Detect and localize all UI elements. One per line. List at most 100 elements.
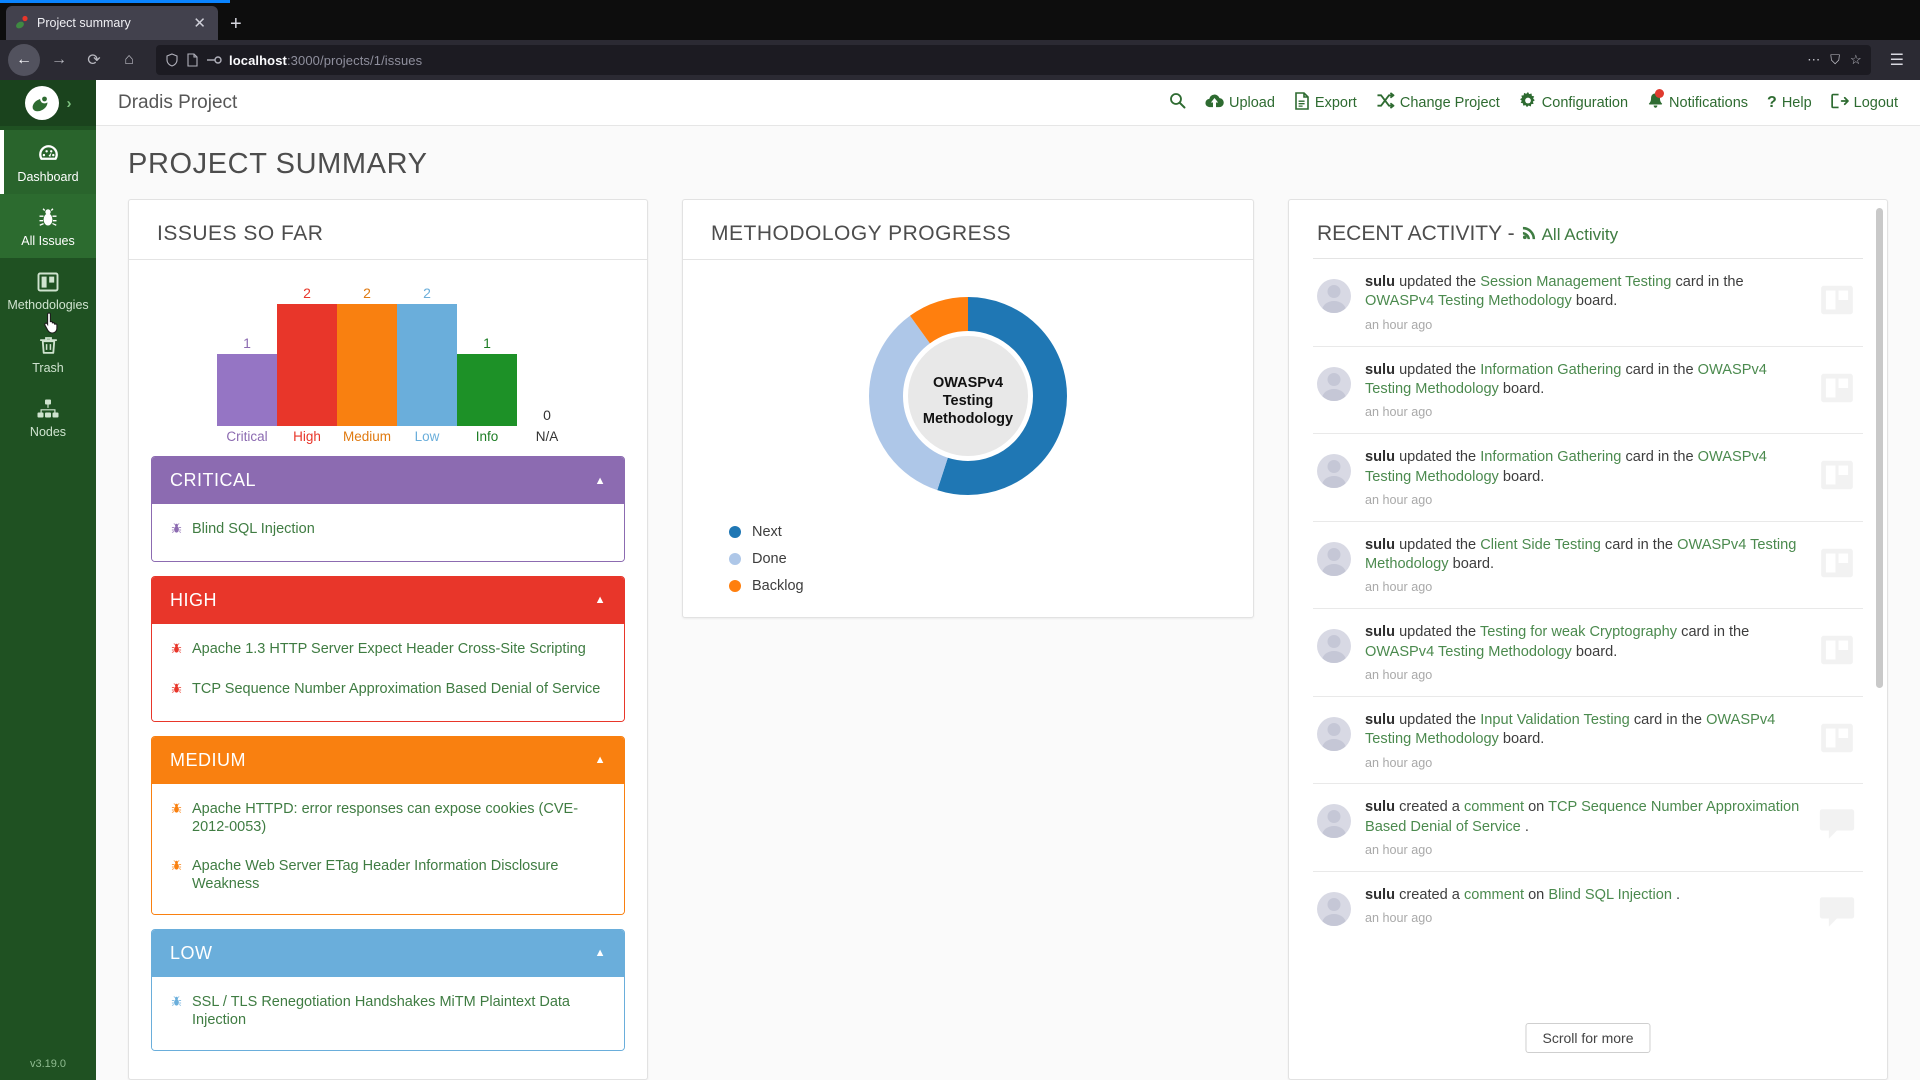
issue-item[interactable]: Apache Web Server ETag Header Informatio… bbox=[170, 847, 606, 904]
activity-item[interactable]: sulu created a comment on Blind SQL Inje… bbox=[1313, 870, 1863, 946]
bar-rect bbox=[217, 354, 277, 426]
bar-rect bbox=[277, 304, 337, 426]
logout-button[interactable]: Logout bbox=[1830, 93, 1898, 113]
help-button[interactable]: ? Help bbox=[1767, 94, 1812, 112]
activity-link-card[interactable]: Information Gathering bbox=[1480, 362, 1621, 378]
issue-item[interactable]: Apache HTTPD: error responses can expose… bbox=[170, 790, 606, 847]
bar-label: Low bbox=[414, 429, 440, 444]
legend-item-backlog[interactable]: Backlog bbox=[729, 578, 804, 594]
activity-link-card[interactable]: Client Side Testing bbox=[1480, 537, 1601, 553]
bar-label: Medium bbox=[342, 429, 391, 444]
accordion-label: CRITICAL bbox=[170, 470, 257, 490]
activity-link-card[interactable]: Session Management Testing bbox=[1480, 274, 1671, 290]
activity-mid: on bbox=[1528, 799, 1545, 816]
overflow-menu-icon[interactable]: ⋯ bbox=[1807, 52, 1820, 68]
activity-scrollbar[interactable] bbox=[1876, 208, 1883, 688]
activity-item[interactable]: sulu updated the Input Validation Testin… bbox=[1313, 695, 1863, 784]
activity-mid: on bbox=[1528, 886, 1545, 903]
avatar bbox=[1317, 454, 1351, 489]
sidebar-item-nodes[interactable]: Nodes bbox=[0, 385, 96, 449]
activity-link-card[interactable]: Input Validation Testing bbox=[1480, 712, 1630, 728]
activity-tail: board. bbox=[1502, 380, 1545, 397]
back-icon[interactable]: ← bbox=[8, 44, 40, 76]
activity-item[interactable]: sulu created a comment on TCP Sequence N… bbox=[1313, 783, 1863, 871]
configuration-button[interactable]: Configuration bbox=[1519, 91, 1628, 114]
dradis-logo-icon[interactable] bbox=[24, 86, 59, 120]
activity-link-comment[interactable]: comment bbox=[1464, 887, 1524, 903]
pocket-icon[interactable]: ⛉ bbox=[1830, 52, 1840, 68]
comment-icon bbox=[1817, 806, 1859, 846]
upload-cloud-icon bbox=[1205, 93, 1224, 113]
accordion-medium: MEDIUM ▲ Apache HTTPD: error responses c… bbox=[151, 735, 625, 915]
accordion-header-high[interactable]: HIGH ▲ bbox=[152, 576, 624, 624]
upload-button[interactable]: Upload bbox=[1205, 93, 1275, 113]
address-bar[interactable]: localhost:3000/projects/1/issues ⋯ ⛉ ☆ bbox=[156, 45, 1871, 75]
activity-item[interactable]: sulu updated the Client Side Testing car… bbox=[1313, 520, 1863, 609]
close-icon[interactable]: ✕ bbox=[189, 14, 210, 33]
rss-icon bbox=[1522, 225, 1537, 245]
all-activity-link[interactable]: All Activity bbox=[1522, 225, 1618, 245]
chevron-up-icon[interactable]: ▲ bbox=[595, 947, 606, 959]
chevron-up-icon[interactable]: ▲ bbox=[595, 754, 606, 766]
activity-item[interactable]: sulu updated the Testing for weak Crypto… bbox=[1313, 608, 1863, 696]
browser-tab[interactable]: Project summary ✕ bbox=[6, 6, 218, 40]
search-button[interactable] bbox=[1169, 92, 1186, 113]
issue-item[interactable]: SSL / TLS Renegotiation Handshakes MiTM … bbox=[170, 983, 606, 1040]
activity-item[interactable]: sulu updated the Session Management Test… bbox=[1313, 258, 1863, 346]
sidebar-logo-row: › bbox=[0, 80, 96, 126]
board-icon bbox=[1817, 719, 1859, 759]
sidebar-item-all-issues[interactable]: All Issues bbox=[0, 193, 96, 258]
forward-icon[interactable]: → bbox=[43, 44, 75, 76]
chevron-up-icon[interactable]: ▲ bbox=[595, 475, 606, 487]
sidebar-expand-icon[interactable]: › bbox=[67, 95, 72, 112]
bookmark-star-icon[interactable]: ☆ bbox=[1850, 52, 1862, 68]
legend-item-next[interactable]: Next bbox=[729, 524, 804, 540]
shield-icon bbox=[165, 53, 179, 67]
nav-label: Change Project bbox=[1399, 94, 1500, 111]
activity-user: sulu bbox=[1365, 886, 1395, 903]
accordion-header-critical[interactable]: CRITICAL ▲ bbox=[152, 457, 624, 504]
issue-item[interactable]: Apache 1.3 HTTP Server Expect Header Cro… bbox=[170, 630, 606, 671]
activity-link-board[interactable]: OWASPv4 Testing Methodology bbox=[1365, 293, 1572, 309]
page-document-icon bbox=[186, 53, 199, 67]
new-tab-button[interactable]: + bbox=[218, 12, 254, 36]
legend-item-done[interactable]: Done bbox=[729, 551, 804, 567]
accordion-header-low[interactable]: LOW ▲ bbox=[152, 929, 624, 977]
accordion-header-medium[interactable]: MEDIUM ▲ bbox=[152, 736, 624, 784]
activity-link-comment[interactable]: comment bbox=[1464, 799, 1524, 815]
accordion-high: HIGH ▲ Apache 1.3 HTTP Server Expect Hea… bbox=[151, 575, 625, 722]
reload-icon[interactable]: ⟳ bbox=[78, 44, 110, 76]
activity-text: sulu updated the Session Management Test… bbox=[1365, 273, 1803, 334]
activity-text: sulu updated the Testing for weak Crypto… bbox=[1365, 623, 1803, 684]
scroll-for-more-label: Scroll for more bbox=[1525, 1023, 1651, 1053]
change-project-button[interactable]: Change Project bbox=[1376, 92, 1500, 113]
issue-item[interactable]: TCP Sequence Number Approximation Based … bbox=[170, 670, 606, 711]
activity-item[interactable]: sulu updated the Information Gathering c… bbox=[1313, 345, 1863, 434]
issue-title: TCP Sequence Number Approximation Based … bbox=[192, 681, 601, 698]
activity-link-card[interactable]: Testing for weak Cryptography bbox=[1480, 624, 1677, 640]
activity-link-board[interactable]: OWASPv4 Testing Methodology bbox=[1365, 644, 1572, 660]
sidebar-item-label: Methodologies bbox=[7, 297, 89, 312]
sidebar-item-dashboard[interactable]: Dashboard bbox=[0, 130, 96, 194]
methodologies-icon bbox=[2, 269, 94, 295]
browser-menu-icon[interactable]: ☰ bbox=[1882, 50, 1912, 70]
shuffle-icon bbox=[1376, 92, 1395, 113]
chevron-up-icon[interactable]: ▲ bbox=[595, 594, 606, 606]
activity-link-issue[interactable]: Blind SQL Injection bbox=[1548, 887, 1672, 903]
notifications-button[interactable]: Notifications bbox=[1647, 88, 1748, 114]
nav-label: Logout bbox=[1853, 94, 1898, 111]
activity-link-card[interactable]: Information Gathering bbox=[1480, 449, 1621, 465]
issue-item[interactable]: Blind SQL Injection bbox=[170, 510, 606, 551]
activity-title-text: RECENT ACTIVITY - bbox=[1317, 222, 1515, 245]
activity-timestamp: an hour ago bbox=[1365, 911, 1433, 926]
activity-tail: board. bbox=[1452, 556, 1495, 573]
issues-bar-chart: 1 2 2 2 1 0 Critical High Medium Low Inf… bbox=[129, 260, 647, 450]
export-button[interactable]: Export bbox=[1294, 91, 1357, 114]
mouse-cursor-icon bbox=[44, 312, 62, 339]
avatar bbox=[1317, 716, 1351, 751]
bar-chart-x-axis: Critical High Medium Low Info N/A bbox=[151, 426, 625, 444]
activity-item[interactable]: sulu updated the Information Gathering c… bbox=[1313, 433, 1863, 521]
home-icon[interactable]: ⌂ bbox=[113, 44, 145, 76]
donut-center-line2: Testing bbox=[943, 393, 993, 409]
accordion-body-medium: Apache HTTPD: error responses can expose… bbox=[152, 783, 624, 914]
